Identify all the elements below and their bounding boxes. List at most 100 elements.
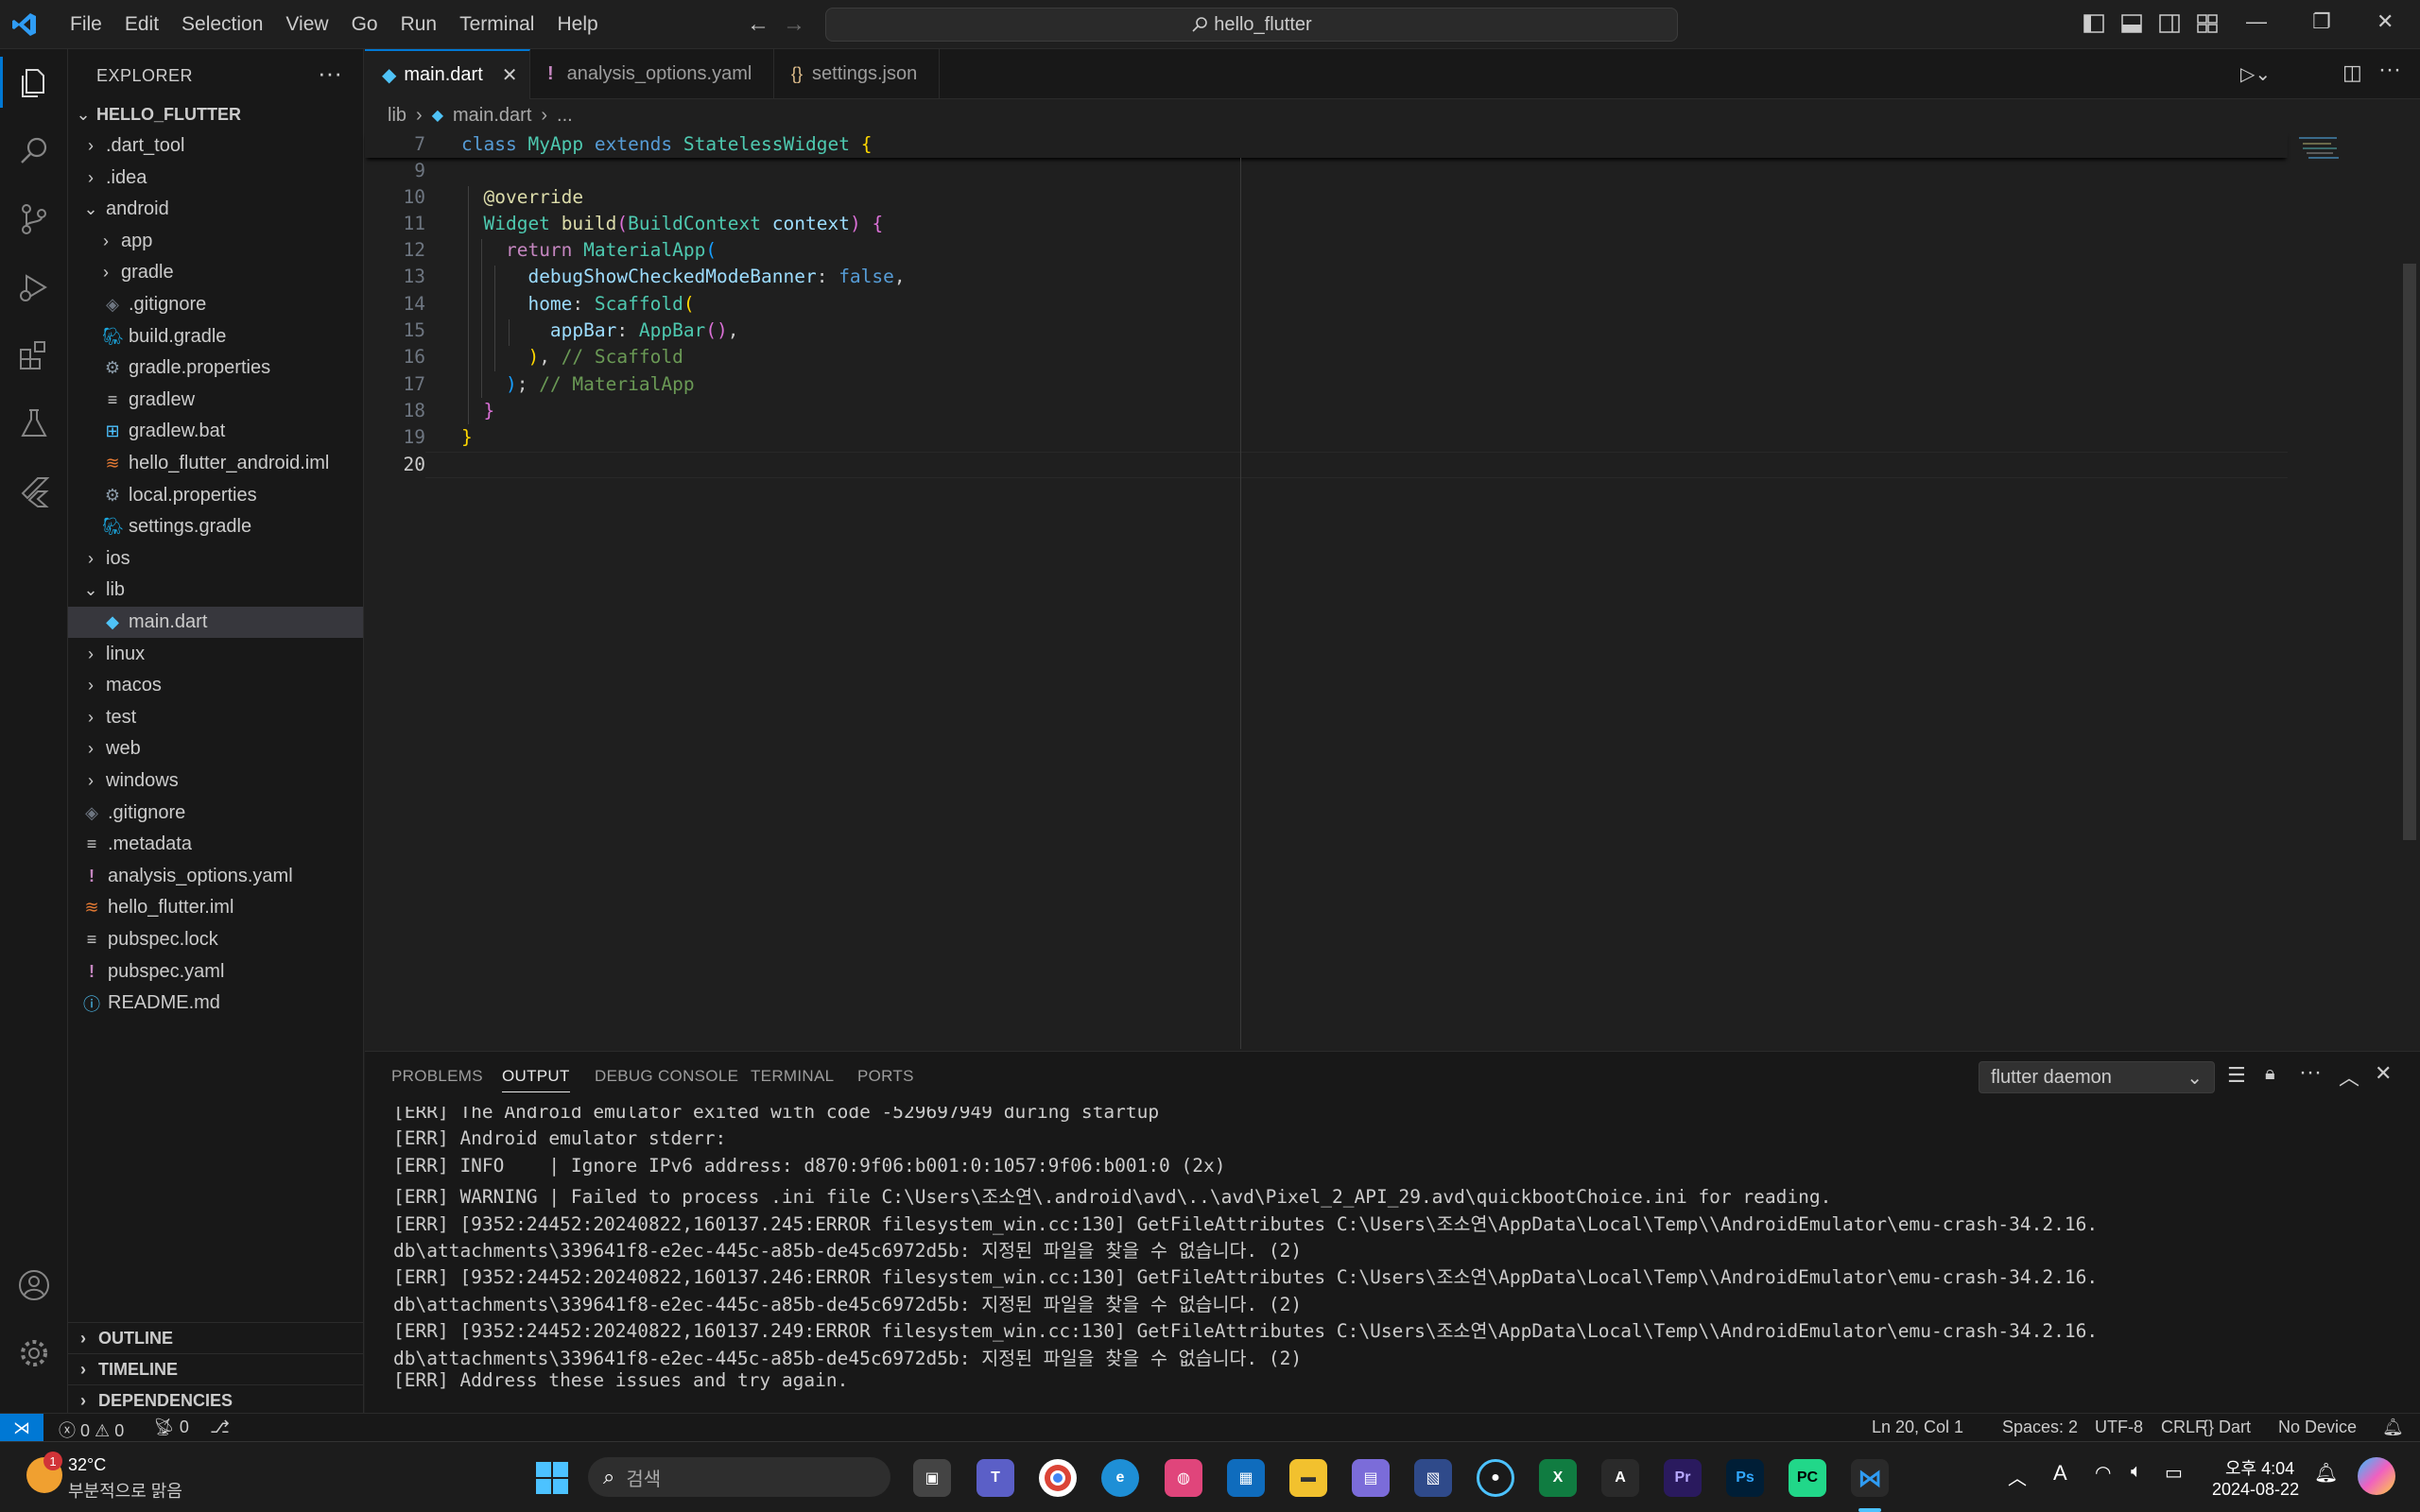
device-selector[interactable]: No Device [2278,1418,2357,1437]
indentation[interactable]: Spaces: 2 [2002,1418,2078,1437]
tree-file[interactable]: ≡ pubspec.lock [68,924,363,955]
teams-icon[interactable]: T [977,1459,1014,1497]
menu-help[interactable]: Help [545,13,609,36]
app-purple-icon[interactable]: ▤ [1352,1459,1390,1497]
photoshop-icon[interactable]: Ps [1726,1459,1764,1497]
cursor-position[interactable]: Ln 20, Col 1 [1872,1418,1963,1437]
tree-folder[interactable]: › test [68,702,363,733]
more-actions-icon[interactable]: ··· [318,59,342,88]
code-editor[interactable]: 7 class MyApp extends StatelessWidget { … [365,131,2420,1049]
command-center-search[interactable]: hello_flutter [825,8,1678,42]
tree-folder[interactable]: › web [68,733,363,765]
tab-settings-json[interactable]: {} settings.json [774,49,940,99]
editor-more-icon[interactable]: ··· [2378,57,2401,83]
tab-analysis-options[interactable]: ! analysis_options.yaml [530,49,774,99]
dependencies-section[interactable]: › DEPENDENCIES [68,1384,363,1416]
edge-icon[interactable]: e [1101,1459,1139,1497]
clock-date[interactable]: 2024-08-22 [2212,1480,2299,1500]
tree-file[interactable]: ⊞ gradlew.bat [68,416,363,447]
store-icon[interactable]: ▦ [1227,1459,1265,1497]
tree-file[interactable]: ◆ main.dart [68,607,363,638]
menu-edit[interactable]: Edit [113,13,170,36]
forward-arrow-icon[interactable]: → [783,11,805,38]
notification-bell-icon[interactable]: 🔔︎ [2314,1461,2338,1485]
tab-ports[interactable]: PORTS [857,1067,914,1086]
premiere-icon[interactable]: Pr [1664,1459,1702,1497]
app-circle-icon[interactable]: ● [1477,1459,1514,1497]
tree-folder[interactable]: › ios [68,543,363,575]
tab-output[interactable]: OUTPUT [502,1067,570,1092]
task-view-icon[interactable]: ▣ [913,1459,951,1497]
ime-icon[interactable]: A [2053,1461,2067,1486]
tree-file[interactable]: 🐘︎ settings.gradle [68,511,363,542]
vscode-taskbar-icon[interactable]: ⋈ [1851,1459,1889,1497]
menu-file[interactable]: File [59,13,113,36]
run-debug-icon[interactable] [13,266,55,308]
debug-icon[interactable]: ⎇ [210,1418,230,1437]
explorer-icon[interactable] [13,62,55,104]
tree-folder[interactable]: › linux [68,639,363,670]
tab-main-dart[interactable]: ◆ main.dart ✕ [365,49,530,99]
excel-icon[interactable]: X [1539,1459,1577,1497]
extensions-icon[interactable] [13,335,55,376]
lock-scroll-icon[interactable]: 🔒︎ [2265,1063,2275,1085]
remote-indicator-icon[interactable]: ⋊ [0,1414,43,1442]
tree-file[interactable]: ≡ gradlew [68,385,363,416]
menu-go[interactable]: Go [340,13,389,36]
weather-temp[interactable]: 32°C [68,1455,106,1475]
menu-terminal[interactable]: Terminal [448,13,545,36]
tree-file[interactable]: ⚙ local.properties [68,480,363,511]
panel-more-icon[interactable]: ··· [2299,1059,2322,1086]
breadcrumb-symbol[interactable]: ... [557,105,573,127]
tree-folder[interactable]: › .dart_tool [68,130,363,162]
tab-terminal[interactable]: TERMINAL [751,1067,834,1086]
breadcrumb-folder[interactable]: lib [388,105,406,127]
close-panel-icon[interactable]: ✕ [2375,1061,2392,1086]
chevron-up-icon[interactable]: ︿ [2008,1463,2027,1490]
customize-layout-icon[interactable] [2197,14,2218,33]
battery-icon[interactable]: ▭ [2165,1461,2183,1485]
output-channel-select[interactable]: flutter daemon ⌄ [1979,1061,2215,1093]
menu-selection[interactable]: Selection [170,13,274,36]
end-of-line[interactable]: CRLF [2161,1418,2205,1437]
tree-folder[interactable]: › .idea [68,163,363,194]
pycharm-icon[interactable]: PC [1789,1459,1826,1497]
output-log[interactable]: [ERR] The Android emulator exited with c… [365,1107,2420,1409]
volume-icon[interactable]: 🔈︎ [2131,1461,2142,1483]
tree-folder[interactable]: › app [68,226,363,257]
tab-debug-console[interactable]: DEBUG CONSOLE [595,1067,738,1086]
close-tab-icon[interactable]: ✕ [502,63,518,87]
encoding[interactable]: UTF-8 [2095,1418,2143,1437]
language-mode[interactable]: {} Dart [2203,1418,2251,1437]
app-blue-icon[interactable]: ▧ [1414,1459,1452,1497]
split-editor-icon[interactable]: ◫ [2342,60,2362,85]
testing-icon[interactable] [13,403,55,444]
tree-file[interactable]: ≡ .metadata [68,829,363,860]
outline-section[interactable]: › OUTLINE [68,1322,363,1353]
maximize-panel-icon[interactable]: ︿ [2339,1061,2360,1091]
tree-file[interactable]: ≋ hello_flutter_android.iml [68,448,363,479]
source-control-icon[interactable] [13,198,55,240]
tree-folder[interactable]: › gradle [68,257,363,288]
toggle-primary-sidebar-icon[interactable] [2083,14,2104,33]
project-root[interactable]: ⌄ HELLO_FLUTTER [68,99,363,130]
taskbar-search[interactable]: ⌕ 검색 [588,1457,890,1497]
restore-icon[interactable]: ❐ [2312,9,2331,34]
back-arrow-icon[interactable]: ← [747,11,769,38]
file-explorer-icon[interactable]: ▬ [1289,1459,1327,1497]
tree-file[interactable]: ◈ .gitignore [68,798,363,829]
start-icon[interactable] [533,1459,571,1497]
minimize-icon[interactable]: — [2246,9,2267,34]
timeline-section[interactable]: › TIMELINE [68,1353,363,1384]
weather-desc[interactable]: 부분적으로 맑음 [68,1478,182,1503]
tree-folder[interactable]: ⌄ lib [68,575,363,606]
flutter-icon[interactable] [13,471,55,512]
editor-scrollbar[interactable] [2403,264,2416,840]
toggle-secondary-sidebar-icon[interactable] [2159,14,2180,33]
problems-status[interactable]: ⓧ 0 ⚠ 0 [59,1418,124,1442]
tree-folder[interactable]: › macos [68,670,363,701]
tree-file[interactable]: ⚙ gradle.properties [68,352,363,384]
tree-folder[interactable]: ⌄ android [68,194,363,225]
breadcrumb-file[interactable]: main.dart [453,105,531,127]
menu-view[interactable]: View [274,13,339,36]
